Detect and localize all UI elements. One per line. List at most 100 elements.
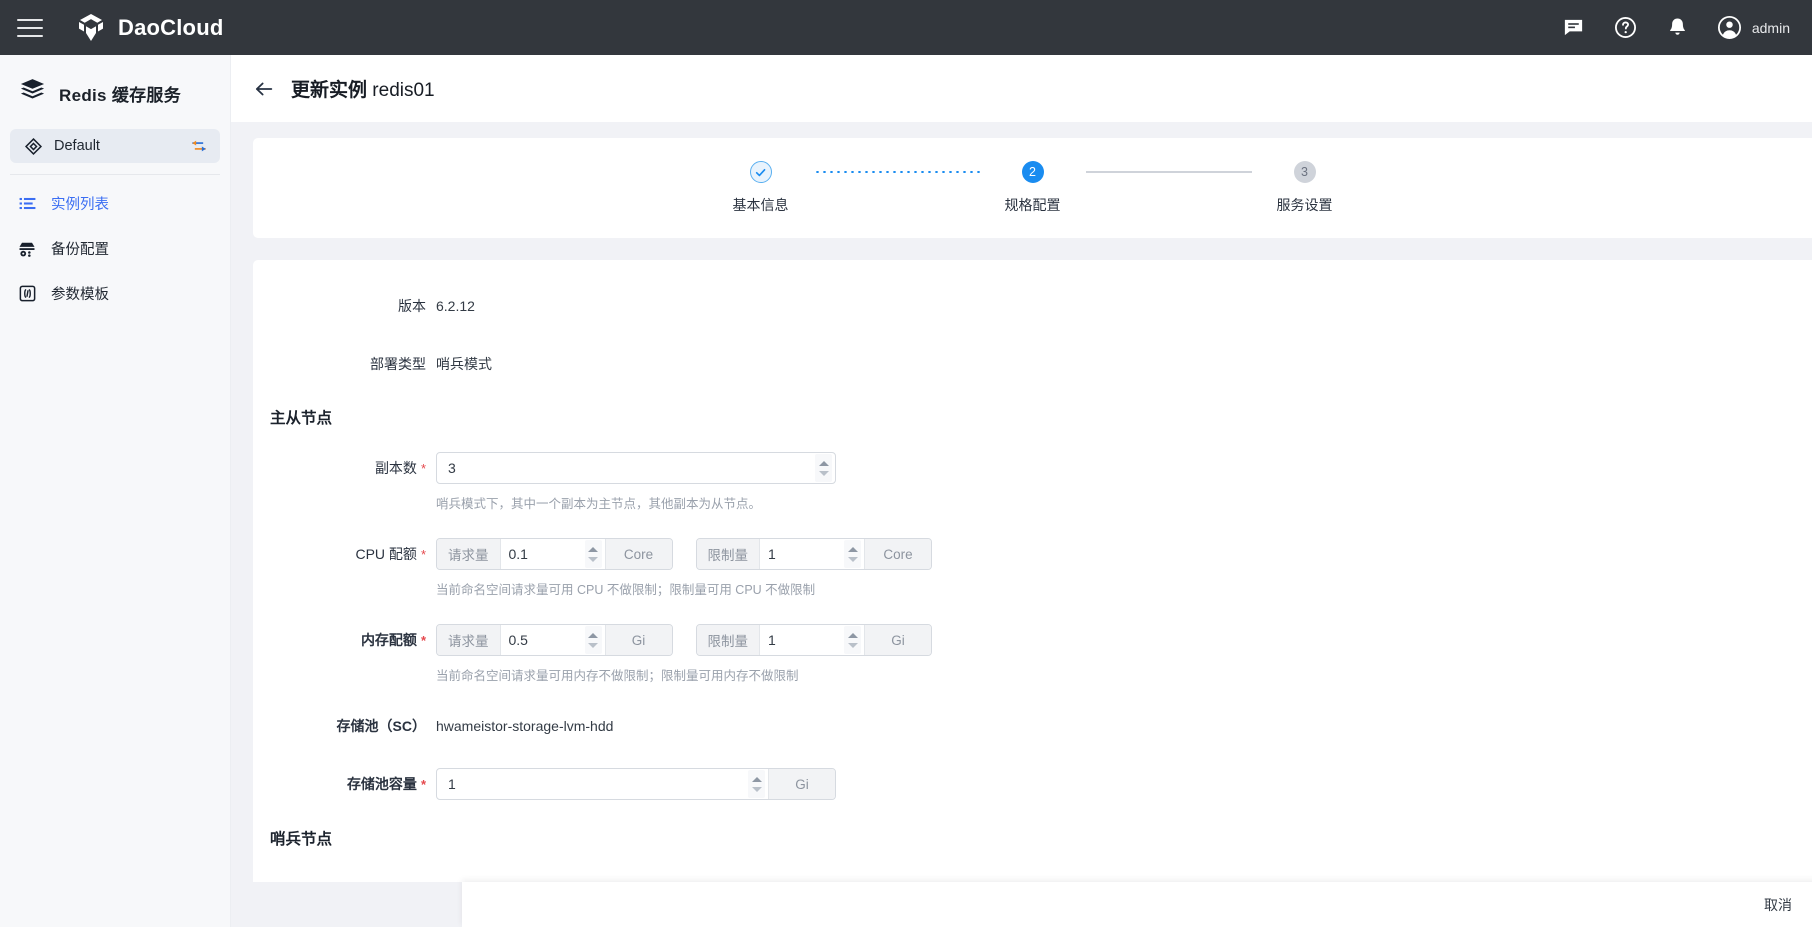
field-label: 存储池（SC） bbox=[336, 718, 426, 734]
memory-request-input[interactable] bbox=[500, 625, 585, 655]
namespace-label: Default bbox=[54, 138, 100, 154]
back-arrow-icon[interactable] bbox=[253, 78, 275, 100]
message-icon[interactable] bbox=[1561, 15, 1587, 41]
app-root: DaoCloud admin Redis 缓存服务 Default 实例列表 备… bbox=[0, 0, 1812, 927]
cpu-quota-help-text: 当前命名空间请求量可用 CPU 不做限制；限制量可用 CPU 不做限制 bbox=[436, 583, 816, 597]
field-cpu-quota: CPU 配额* 请求量 Core 限制量 bbox=[253, 538, 1812, 598]
field-label: 版本 bbox=[398, 298, 426, 314]
form-footer: 取消 上一步 下一步 bbox=[462, 882, 1812, 927]
step-badge: 2 bbox=[1021, 161, 1044, 183]
storage-size-input[interactable] bbox=[437, 769, 748, 799]
cpu-limit-addon: 限制量 bbox=[696, 539, 760, 569]
step-label: 服务设置 bbox=[1276, 197, 1333, 213]
form-scroll-area[interactable]: 基本信息 2 规格配置 3 服务设置 版本 6.2.12 部署类型 哨兵模式 主… bbox=[231, 122, 1812, 882]
backup-icon bbox=[17, 239, 37, 259]
user-name: admin bbox=[1751, 19, 1790, 36]
field-label: CPU 配额 * bbox=[253, 538, 436, 571]
section-title-master-slave: 主从节点 bbox=[270, 410, 333, 427]
storage-size-spinner[interactable] bbox=[748, 770, 765, 798]
field-label-text: CPU 配额 bbox=[355, 546, 417, 562]
memory-limit-spinner[interactable] bbox=[844, 626, 861, 654]
storage-size-field[interactable]: Gi bbox=[436, 768, 836, 800]
cpu-quota-group: 请求量 Core 限制量 Core bbox=[436, 538, 932, 570]
cancel-button[interactable]: 取消 bbox=[1742, 888, 1812, 921]
step-connector-2 bbox=[1085, 161, 1252, 183]
field-label: 部署类型 bbox=[370, 356, 426, 372]
cpu-request-field[interactable]: 请求量 Core bbox=[436, 538, 673, 570]
avatar bbox=[1717, 15, 1743, 41]
field-label-text: 存储池容量 bbox=[346, 776, 417, 792]
help-icon[interactable] bbox=[1613, 15, 1639, 41]
switch-namespace-icon[interactable] bbox=[189, 136, 209, 156]
memory-request-unit: Gi bbox=[604, 625, 672, 655]
sidebar-item-parameter-template[interactable]: 参数模板 bbox=[0, 271, 230, 316]
field-label-text: 内存配额 bbox=[360, 632, 417, 648]
list-icon bbox=[17, 194, 37, 214]
namespace-icon bbox=[24, 137, 43, 156]
hamburger-icon[interactable] bbox=[17, 18, 43, 37]
memory-quota-group: 请求量 Gi 限制量 Gi bbox=[436, 624, 932, 656]
memory-request-spinner[interactable] bbox=[584, 626, 602, 654]
field-value: hwameistor-storage-lvm-hdd bbox=[436, 718, 614, 734]
field-label: 存储池容量 * bbox=[253, 768, 436, 801]
sidebar-item-instance-list[interactable]: 实例列表 bbox=[0, 181, 230, 226]
cpu-limit-unit: Core bbox=[864, 539, 931, 569]
memory-request-field[interactable]: 请求量 Gi bbox=[436, 624, 673, 656]
step-basic-info[interactable]: 基本信息 bbox=[708, 161, 814, 215]
cpu-limit-spinner[interactable] bbox=[844, 540, 861, 568]
field-storage-class: 存储池（SC） hwameistor-storage-lvm-hdd bbox=[253, 710, 1812, 742]
sidebar-divider bbox=[10, 174, 220, 175]
page-title: 更新实例 redis01 bbox=[291, 75, 435, 102]
field-label: 内存配额 * bbox=[253, 624, 436, 657]
step-connector-1 bbox=[813, 161, 980, 183]
product-title: Redis 缓存服务 bbox=[0, 55, 230, 129]
sidebar-item-label: 参数模板 bbox=[51, 287, 109, 303]
product-title-text: Redis 缓存服务 bbox=[59, 85, 182, 105]
stepper-card: 基本信息 2 规格配置 3 服务设置 bbox=[253, 138, 1812, 238]
required-marker: * bbox=[420, 777, 426, 792]
sidebar: Redis 缓存服务 Default 实例列表 备份配置 参数模板 bbox=[0, 55, 231, 927]
memory-limit-unit: Gi bbox=[864, 625, 931, 655]
top-bar: DaoCloud admin bbox=[0, 0, 1812, 55]
section-title-sentinel: 哨兵节点 bbox=[270, 831, 333, 848]
top-bar-actions: admin bbox=[1561, 15, 1812, 41]
cpu-limit-field[interactable]: 限制量 Core bbox=[695, 538, 932, 570]
memory-limit-field[interactable]: 限制量 Gi bbox=[695, 624, 932, 656]
step-service-settings[interactable]: 3 服务设置 bbox=[1252, 161, 1358, 215]
page-title-action: 更新实例 bbox=[291, 80, 368, 101]
step-label: 基本信息 bbox=[732, 197, 789, 213]
step-spec-config[interactable]: 2 规格配置 bbox=[980, 161, 1086, 215]
required-marker: * bbox=[420, 547, 426, 562]
brand[interactable]: DaoCloud bbox=[75, 12, 223, 44]
cpu-limit-input[interactable] bbox=[760, 539, 844, 569]
cpu-request-unit: Core bbox=[604, 539, 672, 569]
brand-name: DaoCloud bbox=[118, 14, 224, 40]
memory-limit-input[interactable] bbox=[760, 625, 844, 655]
field-label: 副本数 * bbox=[253, 452, 436, 485]
spec-config-form: 版本 6.2.12 部署类型 哨兵模式 主从节点 副本数 * 3 哨兵模式下，其… bbox=[253, 260, 1812, 882]
wizard-stepper: 基本信息 2 规格配置 3 服务设置 bbox=[708, 161, 1358, 215]
replicas-input[interactable] bbox=[437, 453, 815, 483]
redis-stack-icon bbox=[19, 77, 46, 109]
replicas-stepper[interactable] bbox=[436, 452, 836, 484]
cpu-request-input[interactable] bbox=[500, 539, 585, 569]
cpu-request-spinner[interactable] bbox=[584, 540, 602, 568]
sidebar-item-backup-config[interactable]: 备份配置 bbox=[0, 226, 230, 271]
bell-icon[interactable] bbox=[1665, 15, 1691, 41]
field-replicas: 副本数* 哨兵模式下，其中一个副本为主节点，其他副本为从节点。 bbox=[253, 452, 1812, 512]
replicas-spinner[interactable] bbox=[815, 454, 832, 482]
sidebar-item-label: 备份配置 bbox=[51, 242, 109, 258]
daocloud-logo-icon bbox=[75, 12, 107, 44]
memory-request-addon: 请求量 bbox=[437, 625, 501, 655]
required-marker: * bbox=[420, 633, 426, 648]
namespace-selector[interactable]: Default bbox=[10, 129, 220, 163]
page-header: 更新实例 redis01 bbox=[231, 55, 1812, 122]
step-label: 规格配置 bbox=[1004, 197, 1061, 213]
memory-limit-addon: 限制量 bbox=[696, 625, 760, 655]
user-menu[interactable]: admin bbox=[1717, 15, 1790, 41]
field-memory-quota: 内存配额* 请求量 Gi 限制量 bbox=[253, 624, 1812, 684]
page-title-instance: redis01 bbox=[372, 80, 435, 101]
required-marker: * bbox=[420, 461, 426, 476]
field-deploy-type: 部署类型 哨兵模式 bbox=[253, 348, 1812, 380]
storage-size-unit: Gi bbox=[768, 769, 835, 799]
